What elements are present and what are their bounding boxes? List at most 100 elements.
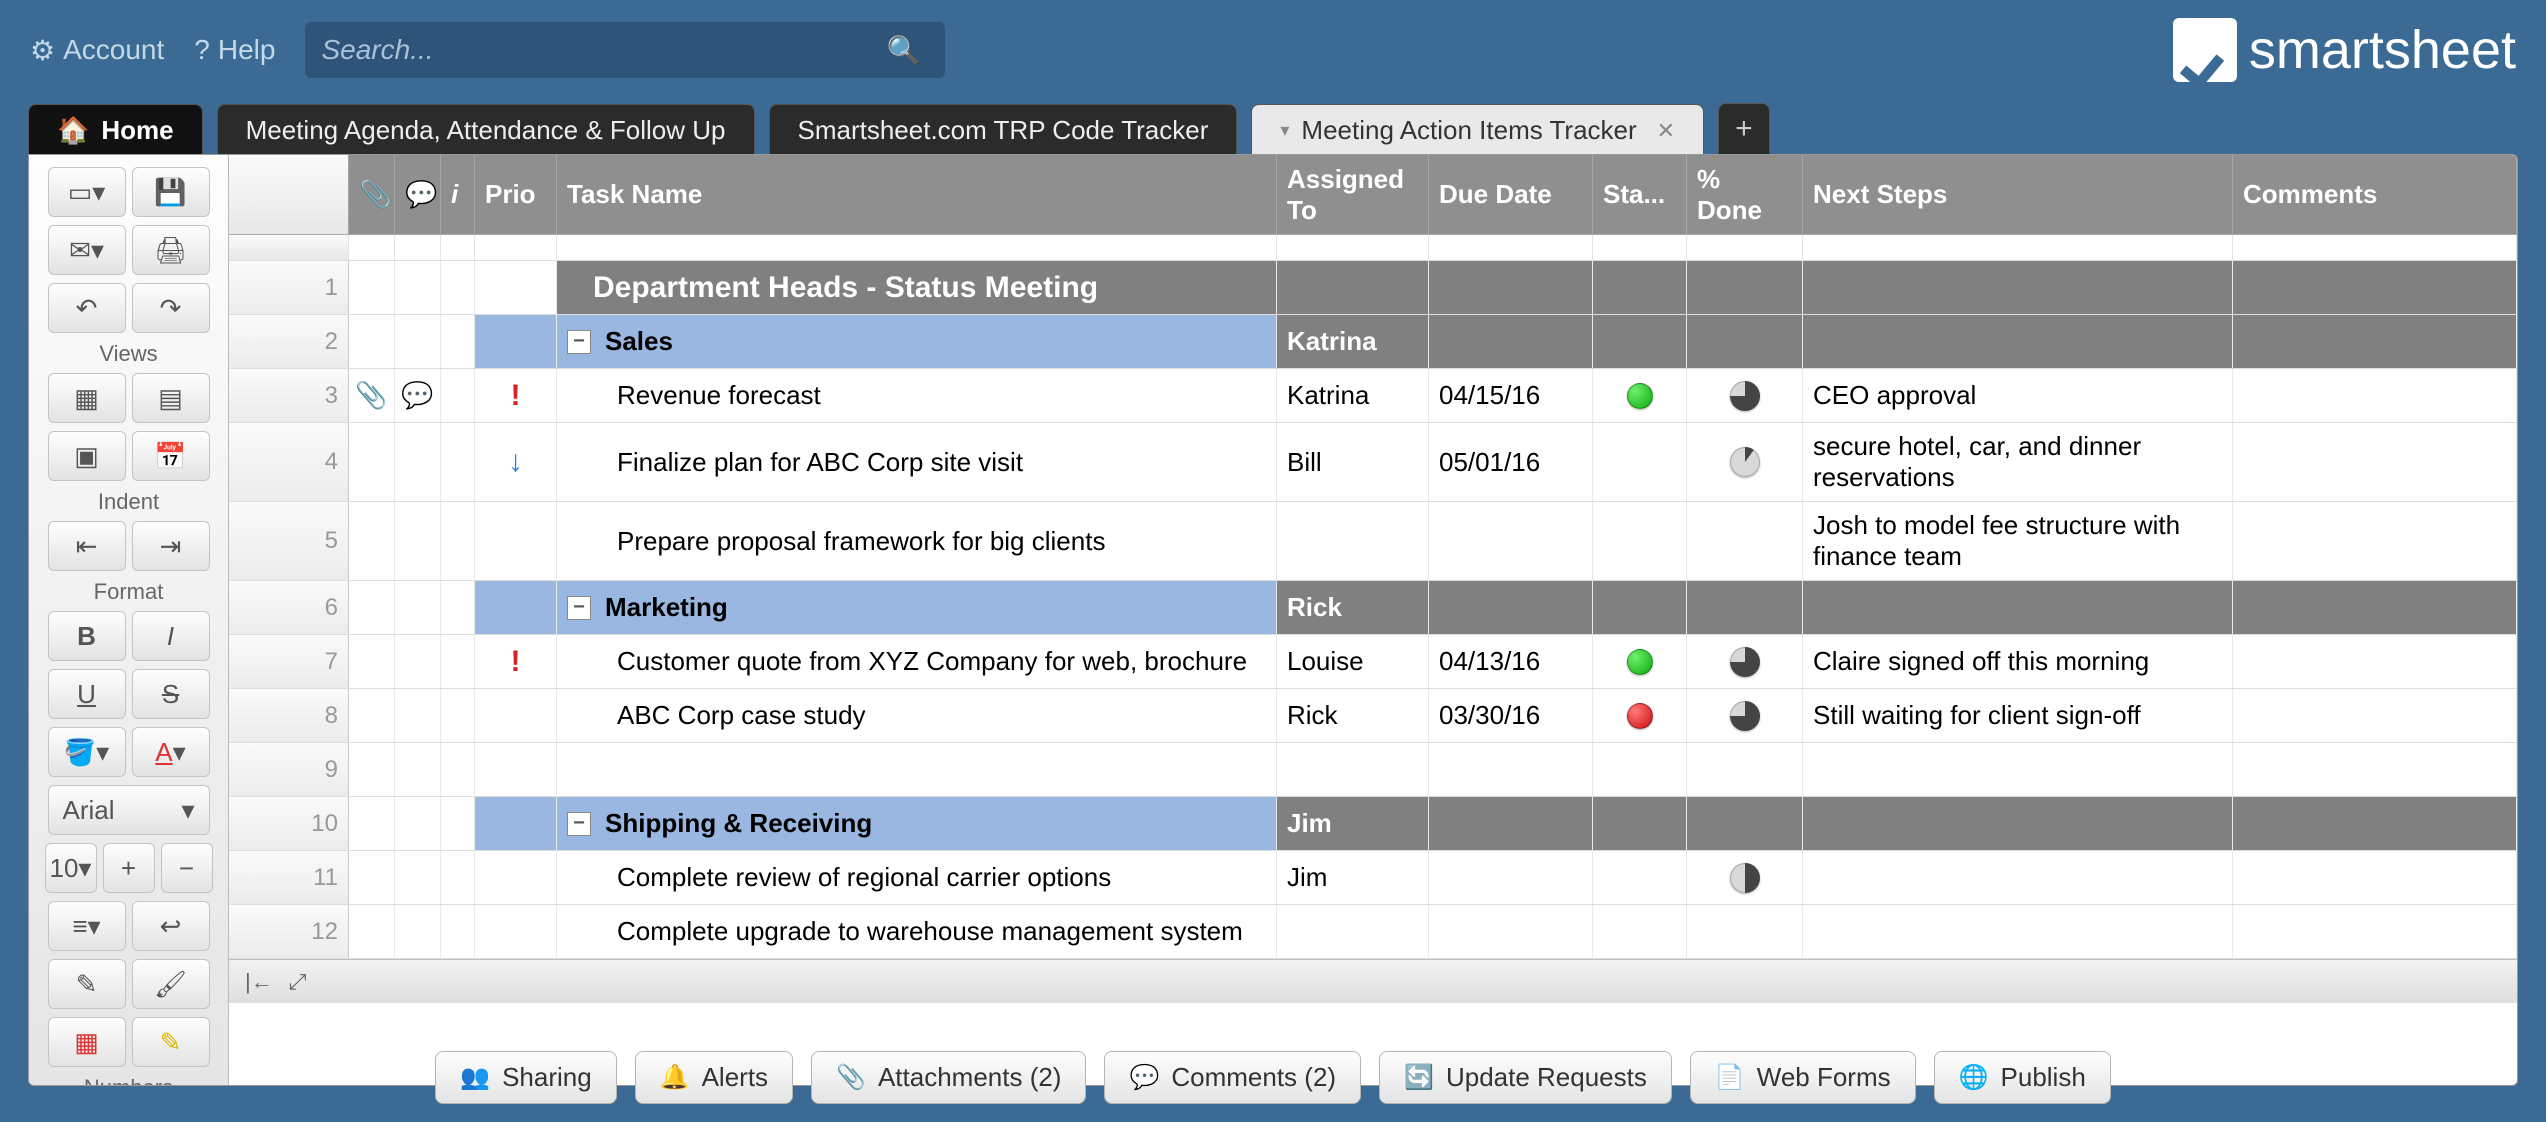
info-cell[interactable] (441, 743, 475, 796)
attachment-cell[interactable] (349, 502, 395, 580)
font-size-increase[interactable]: + (103, 843, 155, 893)
font-size-decrease[interactable]: − (161, 843, 213, 893)
priority-cell[interactable] (475, 797, 557, 850)
attachment-cell[interactable] (349, 851, 395, 904)
status-column-header[interactable]: Sta... (1593, 155, 1687, 234)
task-cell[interactable]: ABC Corp case study (557, 689, 1277, 742)
due-cell[interactable] (1429, 743, 1593, 796)
next-steps-cell[interactable] (1803, 797, 2233, 850)
due-cell[interactable]: 03/30/16 (1429, 689, 1593, 742)
assigned-cell[interactable]: Rick (1277, 581, 1429, 634)
text-color-button[interactable]: A▾ (132, 727, 210, 777)
bold-button[interactable]: B (48, 611, 126, 661)
status-cell[interactable] (1593, 261, 1687, 314)
collapse-toggle[interactable]: − (567, 812, 591, 836)
pct-cell[interactable] (1687, 905, 1803, 958)
attachment-cell[interactable] (349, 905, 395, 958)
status-cell[interactable] (1593, 423, 1687, 501)
priority-cell[interactable] (475, 905, 557, 958)
row-number[interactable]: 2 (229, 315, 349, 368)
priority-cell[interactable] (475, 851, 557, 904)
attachment-cell[interactable] (349, 261, 395, 314)
gantt-view-button[interactable]: ▤ (132, 373, 210, 423)
assigned-cell[interactable] (1277, 905, 1429, 958)
assigned-cell[interactable]: Katrina (1277, 315, 1429, 368)
priority-cell[interactable] (475, 261, 557, 314)
calendar-view-button[interactable]: 📅 (132, 431, 210, 481)
status-cell[interactable] (1593, 905, 1687, 958)
info-cell[interactable] (441, 635, 475, 688)
next-steps-cell[interactable] (1803, 851, 2233, 904)
undo-button[interactable]: ↶ (48, 283, 126, 333)
underline-button[interactable]: U (48, 669, 126, 719)
next-steps-cell[interactable]: CEO approval (1803, 369, 2233, 422)
pct-cell[interactable] (1687, 581, 1803, 634)
info-cell[interactable] (441, 851, 475, 904)
task-cell[interactable]: Revenue forecast (557, 369, 1277, 422)
email-button[interactable]: ✉▾ (48, 225, 126, 275)
grid-row[interactable]: 10−Shipping & ReceivingJim (229, 797, 2517, 851)
attachment-cell[interactable] (349, 797, 395, 850)
due-cell[interactable] (1429, 261, 1593, 314)
next-steps-cell[interactable]: Josh to model fee structure with finance… (1803, 502, 2233, 580)
task-cell[interactable]: −Marketing (557, 581, 1277, 634)
info-cell[interactable] (441, 423, 475, 501)
comments-cell[interactable] (2233, 315, 2517, 368)
comments-column-header[interactable]: Comments (2233, 155, 2517, 234)
save-button[interactable]: 💾 (132, 167, 210, 217)
priority-cell[interactable]: ! (475, 369, 557, 422)
collapse-all-button[interactable]: |← (245, 969, 273, 995)
next-steps-cell[interactable] (1803, 261, 2233, 314)
grid-row[interactable]: 5Prepare proposal framework for big clie… (229, 502, 2517, 581)
add-tab-button[interactable]: + (1718, 103, 1770, 154)
comment-cell[interactable] (395, 905, 441, 958)
due-cell[interactable]: 04/13/16 (1429, 635, 1593, 688)
comment-cell[interactable] (395, 261, 441, 314)
due-cell[interactable] (1429, 851, 1593, 904)
task-column-header[interactable]: Task Name (557, 155, 1277, 234)
info-cell[interactable] (441, 315, 475, 368)
task-cell[interactable]: Complete review of regional carrier opti… (557, 851, 1277, 904)
help-link[interactable]: ? Help (194, 34, 275, 66)
attachment-column-header[interactable]: 📎 (349, 155, 395, 234)
assigned-cell[interactable]: Jim (1277, 851, 1429, 904)
assigned-cell[interactable]: Rick (1277, 689, 1429, 742)
priority-cell[interactable]: ↓ (475, 423, 557, 501)
row-number[interactable]: 1 (229, 261, 349, 314)
attachment-cell[interactable]: 📎 (349, 369, 395, 422)
task-cell[interactable]: Department Heads - Status Meeting (557, 261, 1277, 314)
grid-row[interactable]: 12Complete upgrade to warehouse manageme… (229, 905, 2517, 959)
search-input[interactable] (321, 34, 878, 66)
align-button[interactable]: ≡▾ (48, 901, 126, 951)
row-number[interactable]: 11 (229, 851, 349, 904)
pct-cell[interactable] (1687, 423, 1803, 501)
account-link[interactable]: ⚙ Account (30, 34, 164, 67)
status-cell[interactable] (1593, 689, 1687, 742)
info-cell[interactable] (441, 261, 475, 314)
task-cell[interactable]: Finalize plan for ABC Corp site visit (557, 423, 1277, 501)
task-cell[interactable] (557, 743, 1277, 796)
clear-format-button[interactable]: ✎ (48, 959, 126, 1009)
row-number[interactable]: 7 (229, 635, 349, 688)
status-cell[interactable] (1593, 851, 1687, 904)
task-cell[interactable]: Complete upgrade to warehouse management… (557, 905, 1277, 958)
grid-row[interactable]: 11 Complete review of regional carrier op… (229, 851, 2517, 905)
row-number[interactable]: 9 (229, 743, 349, 796)
priority-cell[interactable] (475, 581, 557, 634)
row-number[interactable]: 3 (229, 369, 349, 422)
comment-cell[interactable]: 💬 (395, 369, 441, 422)
comment-cell[interactable] (395, 315, 441, 368)
wrap-button[interactable]: ↩ (132, 901, 210, 951)
expand-all-button[interactable]: ⤢ (289, 969, 307, 995)
grid-row[interactable]: 4↓Finalize plan for ABC Corp site visitB… (229, 423, 2517, 502)
alerts-button[interactable]: 🔔Alerts (635, 1051, 793, 1104)
comments-cell[interactable] (2233, 635, 2517, 688)
priority-cell[interactable] (475, 743, 557, 796)
next-steps-cell[interactable]: Still waiting for client sign-off (1803, 689, 2233, 742)
row-number[interactable]: 6 (229, 581, 349, 634)
priority-cell[interactable]: ! (475, 635, 557, 688)
assigned-cell[interactable] (1277, 743, 1429, 796)
assigned-cell[interactable]: Katrina (1277, 369, 1429, 422)
attachment-cell[interactable] (349, 423, 395, 501)
assigned-cell[interactable] (1277, 502, 1429, 580)
